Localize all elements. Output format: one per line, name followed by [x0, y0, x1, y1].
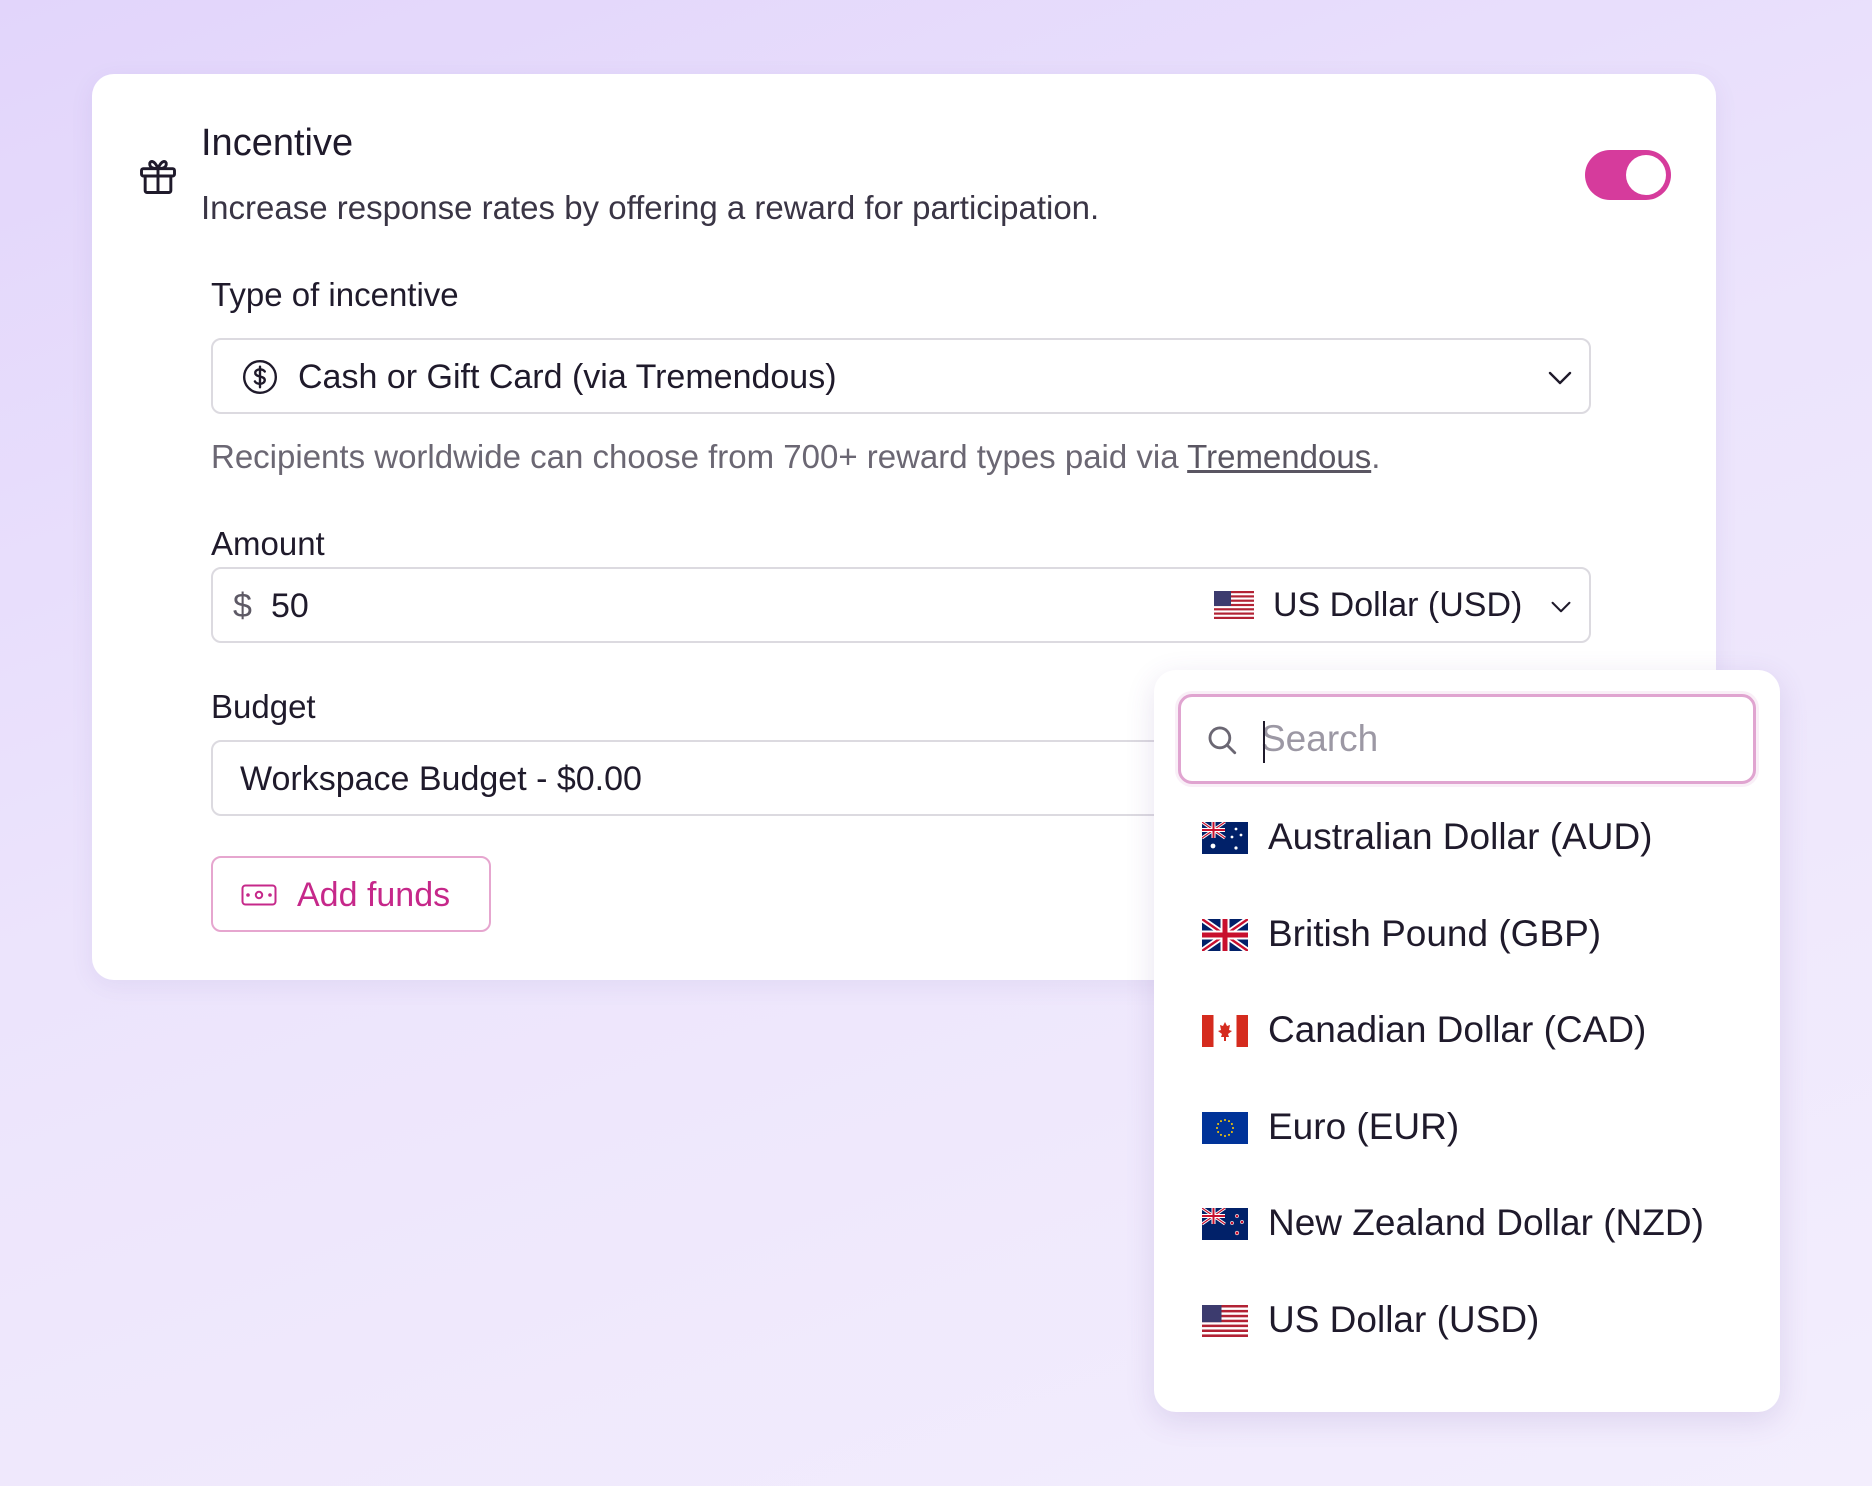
add-funds-button[interactable]: Add funds	[211, 856, 491, 932]
european-union-flag-icon	[1202, 1111, 1248, 1144]
currency-options: Australian Dollar (AUD) British Pound (G…	[1154, 810, 1780, 1389]
currency-option-eur[interactable]: Euro (EUR)	[1154, 1100, 1780, 1197]
united-kingdom-flag-icon	[1202, 918, 1248, 951]
dollar-circle-icon	[242, 359, 278, 395]
canada-flag-icon	[1202, 1015, 1248, 1047]
currency-symbol: $	[233, 587, 252, 625]
currency-option-label: Australian Dollar (AUD)	[1268, 816, 1653, 857]
add-funds-label: Add funds	[297, 876, 451, 914]
australia-flag-icon	[1202, 822, 1248, 854]
incentive-helper-text: Recipients worldwide can choose from 700…	[211, 438, 1380, 476]
toggle-knob	[1626, 155, 1666, 195]
currency-select[interactable]: US Dollar (USD)	[1273, 586, 1522, 625]
currency-dropdown: Australian Dollar (AUD) British Pound (G…	[1154, 670, 1780, 1412]
united-states-flag-icon	[1214, 591, 1254, 619]
currency-option-cad[interactable]: Canadian Dollar (CAD)	[1154, 1003, 1780, 1100]
currency-option-label: US Dollar (USD)	[1268, 1298, 1540, 1340]
currency-option-label: Canadian Dollar (CAD)	[1268, 1009, 1647, 1050]
cash-icon	[241, 884, 277, 906]
tremendous-link[interactable]: Tremendous	[1187, 438, 1371, 475]
chevron-down-icon	[1548, 371, 1572, 385]
budget-label: Budget	[211, 688, 316, 725]
search-input[interactable]	[1261, 711, 1731, 767]
budget-value: Workspace Budget - $0.00	[240, 760, 642, 798]
incentive-description: Increase response rates by offering a re…	[201, 189, 1100, 226]
currency-option-label: Euro (EUR)	[1268, 1105, 1460, 1147]
currency-option-nzd[interactable]: New Zealand Dollar (NZD)	[1154, 1196, 1780, 1293]
amount-input[interactable]: $ 50 US Dollar (USD)	[211, 567, 1591, 643]
currency-option-aud[interactable]: Australian Dollar (AUD)	[1154, 810, 1780, 907]
search-icon	[1208, 726, 1237, 755]
helper-text-suffix: .	[1371, 438, 1381, 475]
amount-value[interactable]: 50	[271, 587, 309, 626]
new-zealand-flag-icon	[1202, 1208, 1248, 1240]
currency-option-label: New Zealand Dollar (NZD)	[1268, 1202, 1704, 1243]
type-of-incentive-label: Type of incentive	[211, 276, 459, 313]
currency-option-gbp[interactable]: British Pound (GBP)	[1154, 907, 1780, 1004]
text-caret	[1263, 721, 1265, 763]
incentive-type-select[interactable]: Cash or Gift Card (via Tremendous)	[211, 338, 1591, 414]
incentive-toggle[interactable]	[1585, 150, 1671, 200]
currency-option-usd[interactable]: US Dollar (USD)	[1154, 1293, 1780, 1390]
gift-icon	[140, 160, 176, 194]
helper-text-prefix: Recipients worldwide can choose from 700…	[211, 438, 1188, 475]
chevron-down-icon	[1551, 601, 1571, 613]
currency-search[interactable]	[1178, 694, 1756, 784]
incentive-type-value: Cash or Gift Card (via Tremendous)	[298, 358, 837, 396]
incentive-title: Incentive	[201, 122, 354, 164]
united-states-flag-icon	[1202, 1304, 1248, 1337]
currency-option-label: British Pound (GBP)	[1268, 912, 1602, 954]
amount-label: Amount	[211, 525, 325, 562]
